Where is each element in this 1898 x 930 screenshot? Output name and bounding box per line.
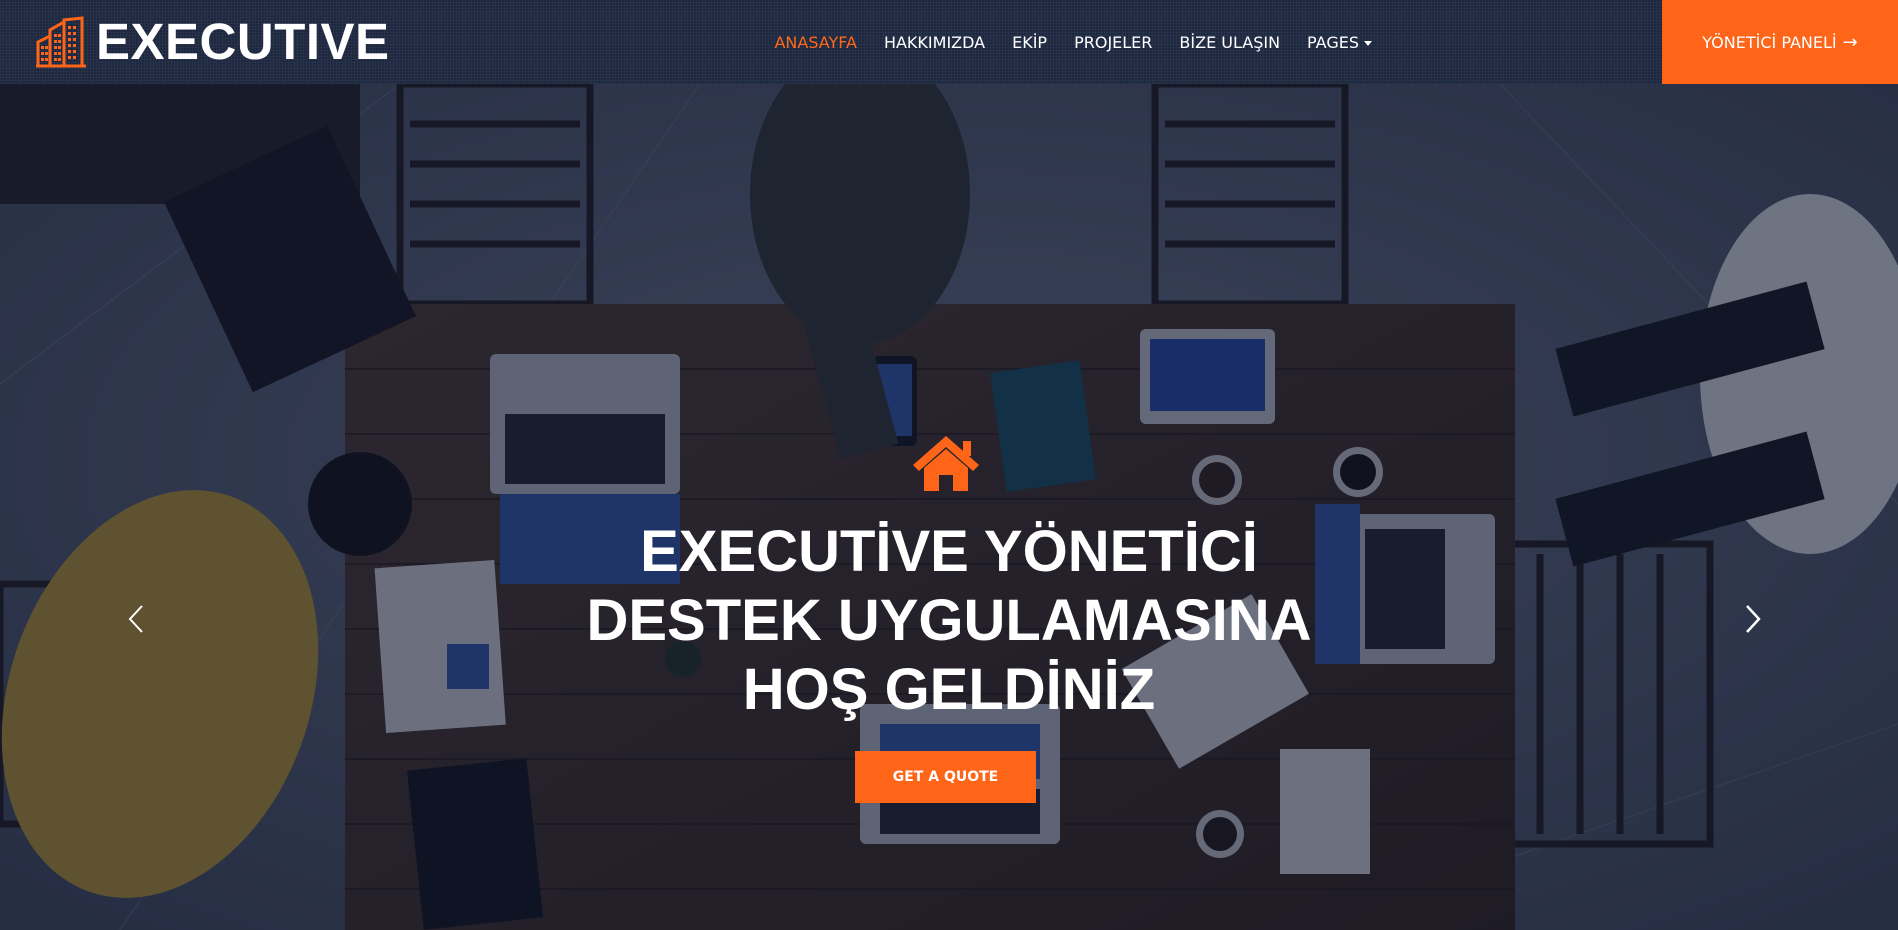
hero-title-line-2: DESTEK UYGULAMASINA <box>586 588 1312 653</box>
arrow-right-icon: → <box>1842 31 1858 53</box>
home-icon <box>913 436 979 491</box>
brand-logo-link[interactable]: EXECUTIVE <box>36 12 390 72</box>
hero-content: EXECUTİVE YÖNETİCİ DESTEK UYGULAMASINA H… <box>0 84 1898 930</box>
get-a-quote-button[interactable]: GET A QUOTE <box>855 751 1036 803</box>
carousel-prev-button[interactable] <box>116 599 156 639</box>
nav-item-anasayfa[interactable]: ANASAYFA <box>774 0 856 84</box>
hero-title-line-3: HOŞ GELDİNİZ <box>742 657 1156 722</box>
page: EXECUTIVE ANASAYFA HAKKIMIZDA EKİP PROJE… <box>0 0 1898 930</box>
nav-item-pages-dropdown[interactable]: PAGES <box>1307 0 1372 84</box>
admin-panel-button[interactable]: YÖNETİCİ PANELİ → <box>1662 0 1898 84</box>
building-icon <box>36 16 86 68</box>
navbar: EXECUTIVE ANASAYFA HAKKIMIZDA EKİP PROJE… <box>0 0 1898 84</box>
nav-item-hakkimizda[interactable]: HAKKIMIZDA <box>884 0 985 84</box>
caret-down-icon <box>1364 40 1372 46</box>
hero-title-line-1: EXECUTİVE YÖNETİCİ <box>640 519 1258 584</box>
chevron-left-icon <box>128 605 143 633</box>
main-nav: ANASAYFA HAKKIMIZDA EKİP PROJELER BİZE U… <box>747 0 1372 84</box>
nav-item-ekip[interactable]: EKİP <box>1012 0 1047 84</box>
hero-carousel: EXECUTİVE YÖNETİCİ DESTEK UYGULAMASINA H… <box>0 84 1898 930</box>
nav-item-pages-label: PAGES <box>1307 32 1359 52</box>
admin-panel-label: YÖNETİCİ PANELİ <box>1702 32 1837 52</box>
carousel-next-button[interactable] <box>1733 599 1773 639</box>
hero-title: EXECUTİVE YÖNETİCİ DESTEK UYGULAMASINA H… <box>549 517 1349 724</box>
chevron-right-icon <box>1746 605 1761 633</box>
nav-item-bize-ulasin[interactable]: BİZE ULAŞIN <box>1179 0 1280 84</box>
nav-item-projeler[interactable]: PROJELER <box>1074 0 1152 84</box>
brand-name: EXECUTIVE <box>96 13 390 70</box>
